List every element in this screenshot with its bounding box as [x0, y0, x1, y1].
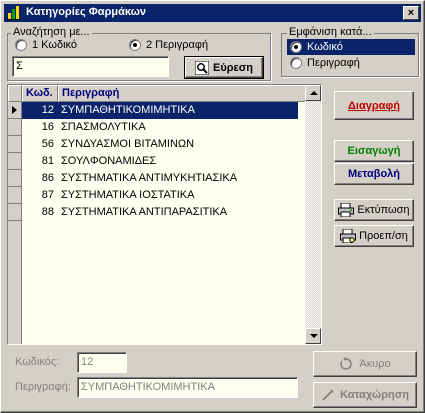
grid-indicator-column	[8, 221, 22, 344]
display-by-description-radio[interactable]: Περιγραφή	[290, 57, 360, 69]
description-field[interactable]: ΣΥΜΠΑΘΗΤΙΚΟΜΙΜΗΤΙΚΑ	[77, 377, 298, 398]
printer-icon	[338, 203, 355, 217]
row-indicator	[8, 102, 22, 119]
scroll-down-arrow-icon	[310, 334, 318, 338]
cancel-icon	[340, 357, 353, 370]
cell-description: ΣΟΥΛΦΟΝΑΜΙΔΕΣ	[61, 155, 157, 167]
cell-code: 88	[41, 206, 54, 218]
radio-dot	[129, 39, 141, 51]
radio-dot	[290, 57, 302, 69]
cell-description: ΣΥΣΤΗΜΑΤΙΚΑ ΑΝΤΙΠΑΡΑΣΙΤΙΚΑ	[61, 206, 228, 218]
scroll-up-button[interactable]	[305, 85, 321, 101]
table-row[interactable]: 87 ΣΥΣΤΗΜΑΤΙΚΑ ΙΟΣΤΑΤΙΚΑ	[8, 187, 307, 204]
app-icon	[7, 6, 21, 20]
cancel-button[interactable]: Άκυρο	[313, 351, 417, 377]
cell-code: 56	[41, 138, 54, 150]
display-by-code-radio[interactable]: Κωδικό	[287, 39, 415, 55]
print-button[interactable]: Εκτύπωση	[334, 199, 414, 221]
modify-button[interactable]: Μεταβολή	[334, 163, 414, 185]
insert-button-label: Εισαγωγή	[347, 145, 401, 157]
find-button-label: Εύρεση	[212, 61, 253, 74]
window-title: Κατηγορίες Φαρμάκων	[26, 6, 147, 18]
save-icon	[322, 389, 334, 401]
current-row-arrow-icon	[12, 106, 17, 114]
cell-code: 86	[41, 172, 54, 184]
table-row[interactable]: 81 ΣΟΥΛΦΟΝΑΜΙΔΕΣ	[8, 153, 307, 170]
search-by-code-label: 1 Κωδικό	[32, 39, 78, 51]
save-button[interactable]: Καταχώρηση	[313, 382, 417, 408]
table-row[interactable]: 86 ΣΥΣΤΗΜΑΤΙΚΑ ΑΝΤΙΜΥΚΗΤΙΑΣΙΚΑ	[8, 170, 307, 187]
grid-corner-header	[8, 85, 22, 102]
row-indicator	[8, 153, 22, 170]
row-indicator	[8, 170, 22, 187]
column-header-description[interactable]: Περιγραφή	[58, 85, 307, 102]
cell-code: 16	[41, 121, 54, 133]
table-row[interactable]: 56 ΣΥΝΔΥΑΣΜΟΙ ΒΙΤΑΜΙΝΩΝ	[8, 136, 307, 153]
table-row[interactable]: 88 ΣΥΣΤΗΜΑΤΙΚΑ ΑΝΤΙΠΑΡΑΣΙΤΙΚΑ	[8, 204, 307, 221]
search-icon	[194, 60, 209, 75]
preview-icon	[340, 229, 357, 243]
radio-dot	[290, 41, 302, 53]
insert-button[interactable]: Εισαγωγή	[334, 140, 414, 162]
display-group-label: Εμφάνιση κατά...	[287, 26, 374, 38]
search-by-description-label: 2 Περιγραφή	[146, 39, 209, 51]
search-by-code-radio[interactable]: 1 Κωδικό	[15, 39, 77, 51]
row-indicator	[8, 204, 22, 221]
cell-description: ΣΠΑΣΜΟΛΥΤΙΚΑ	[61, 121, 146, 133]
radio-dot	[15, 39, 27, 51]
preview-button-label: Προεπ/ση	[359, 230, 408, 242]
find-button[interactable]: Εύρεση	[184, 56, 264, 79]
cell-description: ΣΥΣΤΗΜΑΤΙΚΑ ΑΝΤΙΜΥΚΗΤΙΑΣΙΚΑ	[61, 172, 238, 184]
code-label: Κωδικός:	[15, 356, 60, 368]
search-input[interactable]: Σ	[12, 56, 169, 77]
delete-button-label: Διαγραφή	[348, 99, 400, 112]
cell-code: 12	[22, 102, 58, 119]
save-button-label: Καταχώρηση	[340, 389, 409, 401]
scroll-up-arrow-icon	[310, 91, 318, 95]
scroll-down-button[interactable]	[305, 328, 321, 344]
cell-description: ΣΥΜΠΑΘΗΤΙΚΟΜΙΜΗΤΙΚΑ	[58, 102, 298, 119]
column-header-code[interactable]: Κωδ.	[22, 85, 58, 102]
main-window: Κατηγορίες Φαρμάκων × Αναζήτηση με... 1 …	[0, 0, 425, 413]
print-button-label: Εκτύπωση	[357, 204, 410, 216]
table-row[interactable]: 16 ΣΠΑΣΜΟΛΥΤΙΚΑ	[8, 119, 307, 136]
row-indicator	[8, 119, 22, 136]
description-label: Περιγραφή:	[15, 381, 71, 393]
display-by-code-label: Κωδικό	[307, 41, 343, 53]
modify-button-label: Μεταβολή	[347, 168, 401, 180]
preview-button[interactable]: Προεπ/ση	[334, 225, 414, 247]
row-indicator	[8, 187, 22, 204]
close-button[interactable]: ×	[403, 6, 419, 20]
search-by-description-radio[interactable]: 2 Περιγραφή	[129, 39, 208, 51]
cell-code: 81	[41, 155, 54, 167]
grid-vertical-scrollbar[interactable]	[305, 85, 321, 344]
delete-button[interactable]: Διαγραφή	[334, 91, 414, 120]
cell-description: ΣΥΣΤΗΜΑΤΙΚΑ ΙΟΣΤΑΤΙΚΑ	[61, 189, 195, 201]
title-bar[interactable]: Κατηγορίες Φαρμάκων ×	[4, 4, 421, 22]
search-group-label: Αναζήτηση με...	[11, 26, 92, 38]
cell-description: ΣΥΝΔΥΑΣΜΟΙ ΒΙΤΑΜΙΝΩΝ	[61, 138, 195, 150]
row-indicator	[8, 136, 22, 153]
categories-grid[interactable]: Κωδ. Περιγραφή 12 ΣΥΜΠΑΘΗΤΙΚΟΜΙΜΗΤΙΚΑ 16…	[7, 84, 322, 345]
code-field[interactable]: 12	[77, 352, 127, 373]
cell-code: 87	[41, 189, 54, 201]
cancel-button-label: Άκυρο	[359, 358, 391, 370]
table-row[interactable]: 12 ΣΥΜΠΑΘΗΤΙΚΟΜΙΜΗΤΙΚΑ	[8, 102, 307, 119]
display-by-description-label: Περιγραφή	[307, 57, 360, 69]
grid-body: Κωδ. Περιγραφή 12 ΣΥΜΠΑΘΗΤΙΚΟΜΙΜΗΤΙΚΑ 16…	[8, 85, 307, 344]
